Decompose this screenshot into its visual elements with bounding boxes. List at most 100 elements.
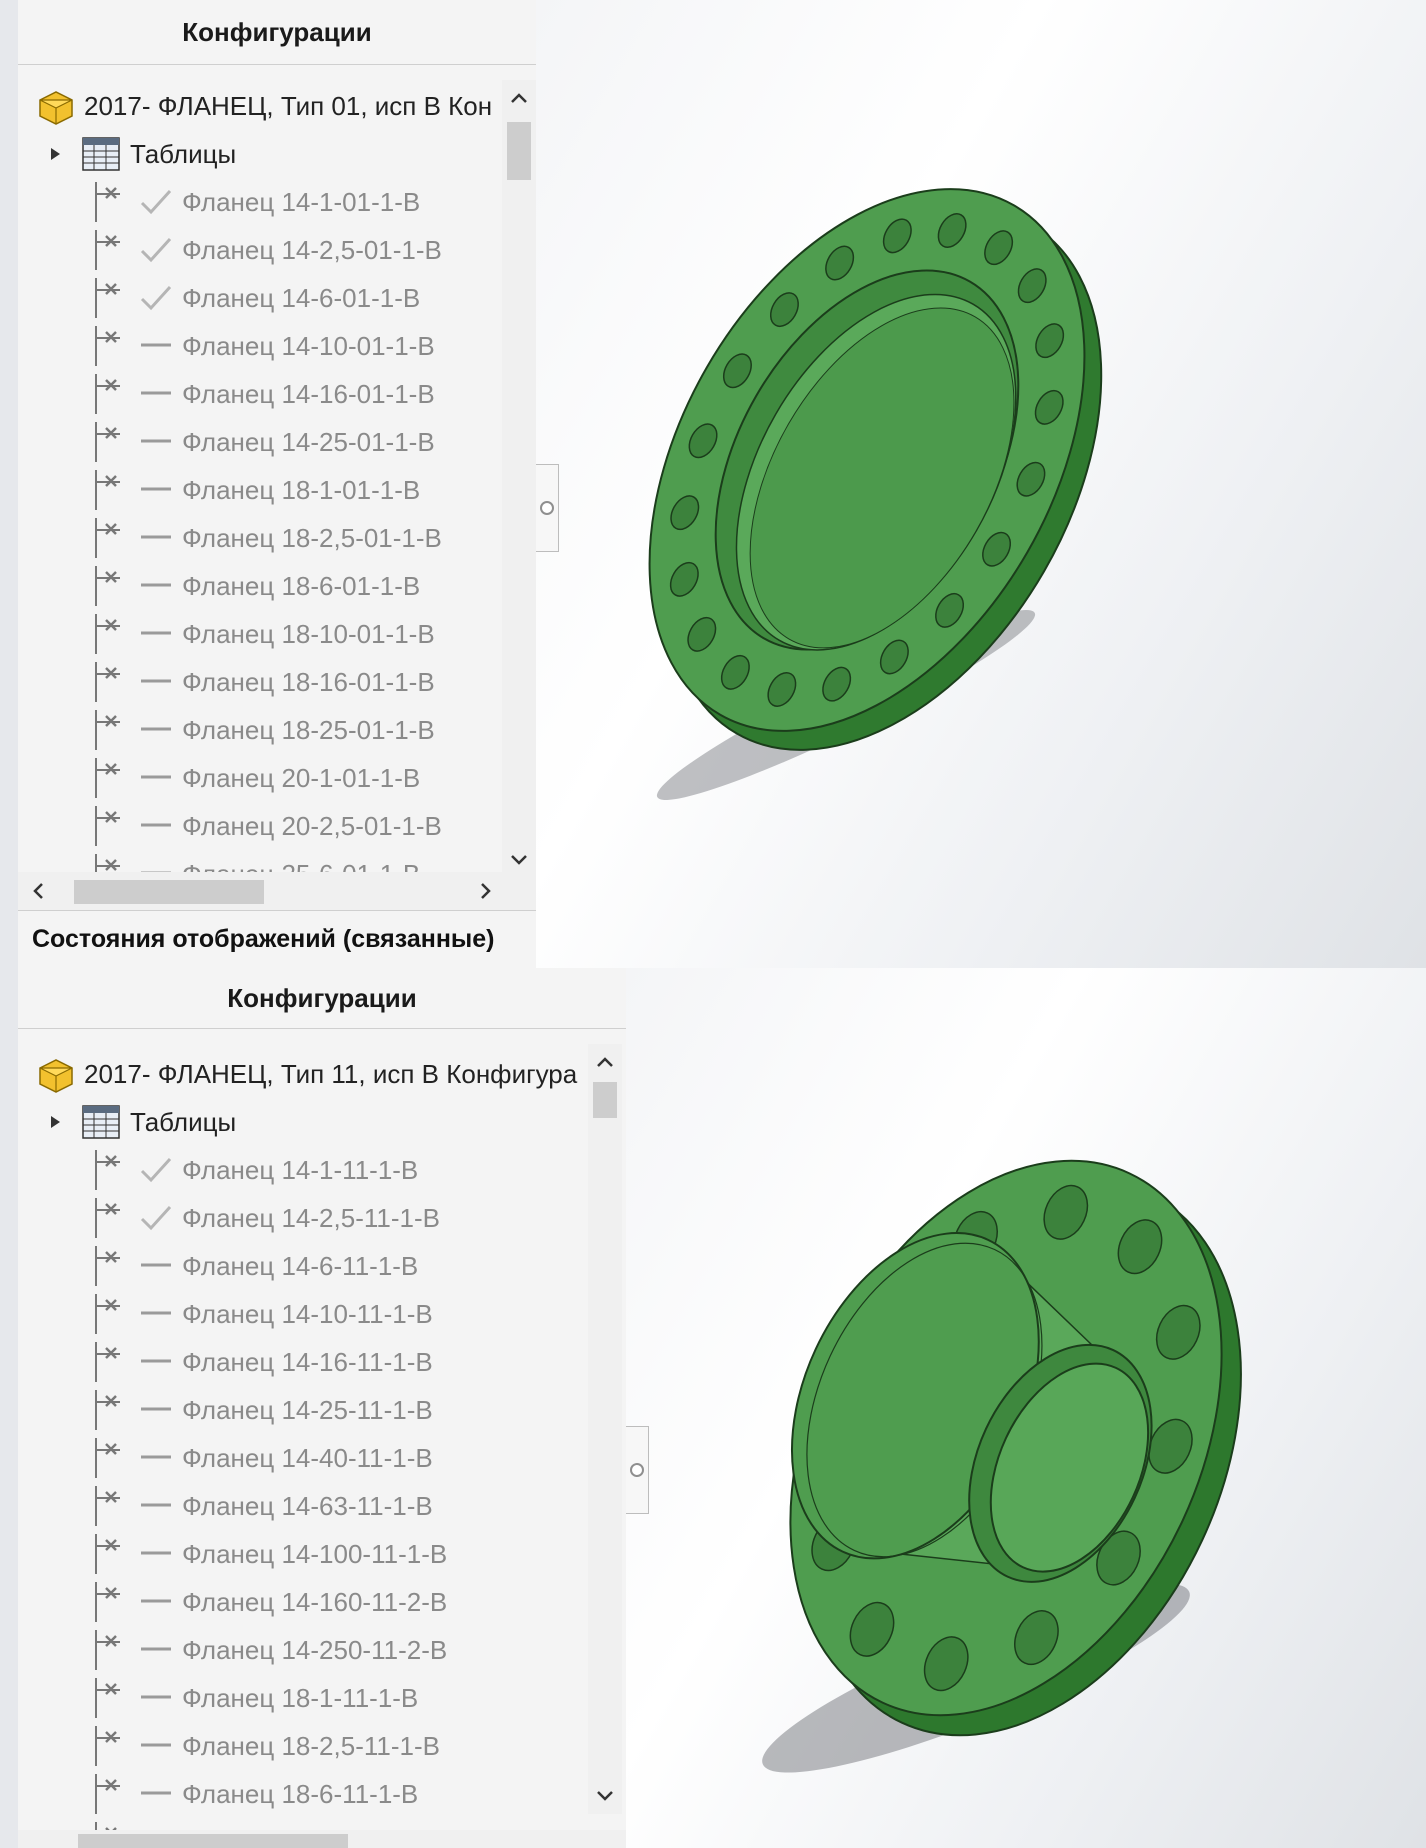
configuration-label: Фланец 20-1-01-1-В [182, 762, 421, 793]
configuration-icon [95, 326, 120, 366]
scroll-up-arrow-icon[interactable] [588, 1044, 622, 1080]
splitter-grip-icon [540, 501, 554, 515]
configuration-label: Фланец 14-100-11-1-В [182, 1538, 448, 1569]
configuration-item[interactable]: Фланец 18-6-01-1-В [90, 562, 420, 610]
root-part-node[interactable]: 2017- ФЛАНЕЦ, Тип 11, исп В Конфигура [36, 1050, 577, 1098]
configuration-item[interactable]: Фланец 14-16-01-1-В [90, 370, 435, 418]
tables-label: Таблицы [130, 1106, 237, 1137]
dash-icon [141, 1311, 171, 1315]
configuration-label: Фланец 14-25-01-1-В [182, 426, 435, 457]
configuration-icon [95, 374, 120, 414]
configuration-item[interactable]: Фланец 20-1-01-1-В [90, 754, 420, 802]
graphics-viewport-bottom[interactable]: Y [626, 968, 1426, 1848]
scrollbar-thumb[interactable] [74, 880, 264, 904]
configuration-item[interactable]: Фланец 18-1-11-1-В [90, 1674, 418, 1722]
configuration-label: Фланец 18-1-11-1-В [182, 1682, 419, 1713]
dash-icon [141, 727, 171, 731]
configuration-item[interactable]: Фланец 18-25-01-1-В [90, 706, 435, 754]
configuration-item[interactable]: Фланец 14-6-11-1-В [90, 1242, 418, 1290]
configuration-icon [95, 1774, 120, 1814]
dash-icon [141, 1359, 171, 1363]
configuration-item[interactable]: Фланец 14-10-11-1-В [90, 1290, 433, 1338]
dash-icon [141, 679, 171, 683]
part-icon [39, 1059, 73, 1093]
dash-icon [141, 1647, 171, 1651]
configuration-label: Фланец 25-6-01-1-В [182, 859, 420, 873]
configuration-item[interactable]: Фланец 18-2,5-01-1-В [90, 514, 442, 562]
configuration-icon [95, 1582, 120, 1622]
dash-icon [141, 1743, 171, 1747]
scrollbar-thumb[interactable] [593, 1082, 617, 1118]
configuration-item[interactable]: Фланец 14-250-11-2-В [90, 1626, 447, 1674]
configuration-label: Фланец 18-16-01-1-В [182, 666, 435, 697]
configuration-item[interactable]: Фланец 18-1-01-1-В [90, 466, 420, 514]
panel-splitter-handle[interactable] [626, 1426, 649, 1514]
flange-type01-model[interactable] [536, 0, 1426, 968]
configuration-item[interactable]: Фланец 14-10-01-1-В [90, 322, 435, 370]
configuration-label: Фланец 14-63-11-1-В [182, 1490, 433, 1521]
configuration-item[interactable]: Фланец 14-1-01-1-В [90, 178, 420, 226]
table-icon [82, 1105, 120, 1139]
configuration-icon [95, 1678, 120, 1718]
dash-icon [141, 343, 171, 347]
configuration-item[interactable]: Фланец 14-160-11-2-В [90, 1578, 447, 1626]
root-part-node[interactable]: 2017- ФЛАНЕЦ, Тип 01, исп В Кон [36, 82, 492, 130]
scroll-down-arrow-icon[interactable] [588, 1778, 622, 1814]
expand-arrow-icon[interactable] [48, 1115, 62, 1129]
configuration-icon [95, 854, 120, 872]
tree-vertical-scrollbar[interactable] [502, 80, 536, 878]
scrollbar-thumb[interactable] [78, 1834, 348, 1848]
configuration-label: Фланец 14-40-11-1-В [182, 1442, 433, 1473]
configuration-icon [95, 614, 120, 654]
configuration-icon [95, 566, 120, 606]
check-icon [140, 1157, 172, 1183]
configuration-item[interactable]: Фланец 14-2,5-01-1-В [90, 226, 442, 274]
configuration-label: Фланец 18-10-01-1-В [182, 618, 435, 649]
configuration-item[interactable]: Фланец 14-63-11-1-В [90, 1482, 433, 1530]
configuration-icon [95, 1150, 120, 1190]
configuration-item[interactable]: Фланец 14-40-11-1-В [90, 1434, 433, 1482]
configuration-item[interactable]: Фланец 14-25-11-1-В [90, 1386, 433, 1434]
configuration-item[interactable]: Фланец 18-10-01-1-В [90, 610, 435, 658]
configuration-item[interactable]: Фланец 20-2,5-01-1-В [90, 802, 442, 850]
configuration-item[interactable]: Фланец 18-6-11-1-В [90, 1770, 418, 1818]
panel-splitter-handle[interactable] [536, 464, 559, 552]
dash-icon [141, 391, 171, 395]
display-states-header[interactable]: Состояния отображений (связанные) [18, 910, 536, 968]
configuration-item[interactable]: Фланец 14-16-11-1-В [90, 1338, 433, 1386]
configuration-item[interactable]: Фланец 14-25-01-1-В [90, 418, 435, 466]
panel-title: Конфигурации [18, 968, 626, 1029]
configuration-item[interactable]: Фланец 14-1-11-1-В [90, 1146, 418, 1194]
dash-icon [141, 583, 171, 587]
table-icon [82, 137, 120, 171]
configuration-icon [95, 1630, 120, 1670]
tree-vertical-scrollbar[interactable] [588, 1044, 622, 1814]
configuration-label: Фланец 14-160-11-2-В [182, 1586, 448, 1617]
configuration-item[interactable]: Фланец 14-100-11-1-В [90, 1530, 447, 1578]
tables-folder-node[interactable]: Таблицы [48, 130, 236, 178]
configuration-item[interactable]: Фланец 14-6-01-1-В [90, 274, 420, 322]
tree-horizontal-scrollbar[interactable] [18, 1830, 626, 1848]
scroll-left-arrow-icon[interactable] [18, 872, 58, 910]
scroll-right-arrow-icon[interactable] [466, 872, 506, 910]
dash-icon [141, 1791, 171, 1795]
dash-icon [141, 1263, 171, 1267]
expand-arrow-icon[interactable] [48, 147, 62, 161]
configuration-item[interactable]: Фланец 18-2,5-11-1-В [90, 1722, 440, 1770]
configuration-item[interactable]: Фланец 14-2,5-11-1-В [90, 1194, 440, 1242]
dash-icon [141, 487, 171, 491]
flange-type11-model[interactable] [626, 968, 1426, 1848]
tree-horizontal-scrollbar[interactable] [18, 872, 536, 910]
configuration-item[interactable]: Фланец 25-6-01-1-В [90, 850, 420, 872]
scrollbar-thumb[interactable] [507, 122, 531, 180]
scroll-up-arrow-icon[interactable] [502, 80, 536, 116]
configuration-icon [95, 182, 120, 222]
tables-folder-node[interactable]: Таблицы [48, 1098, 236, 1146]
configuration-icon [95, 1534, 120, 1574]
configuration-item[interactable]: Фланец 18-16-01-1-В [90, 658, 435, 706]
configuration-icon [95, 1246, 120, 1286]
configuration-label: Фланец 18-6-11-1-В [182, 1778, 419, 1809]
graphics-viewport-top[interactable] [536, 0, 1426, 968]
configuration-icon [95, 470, 120, 510]
configuration-icon [95, 710, 120, 750]
